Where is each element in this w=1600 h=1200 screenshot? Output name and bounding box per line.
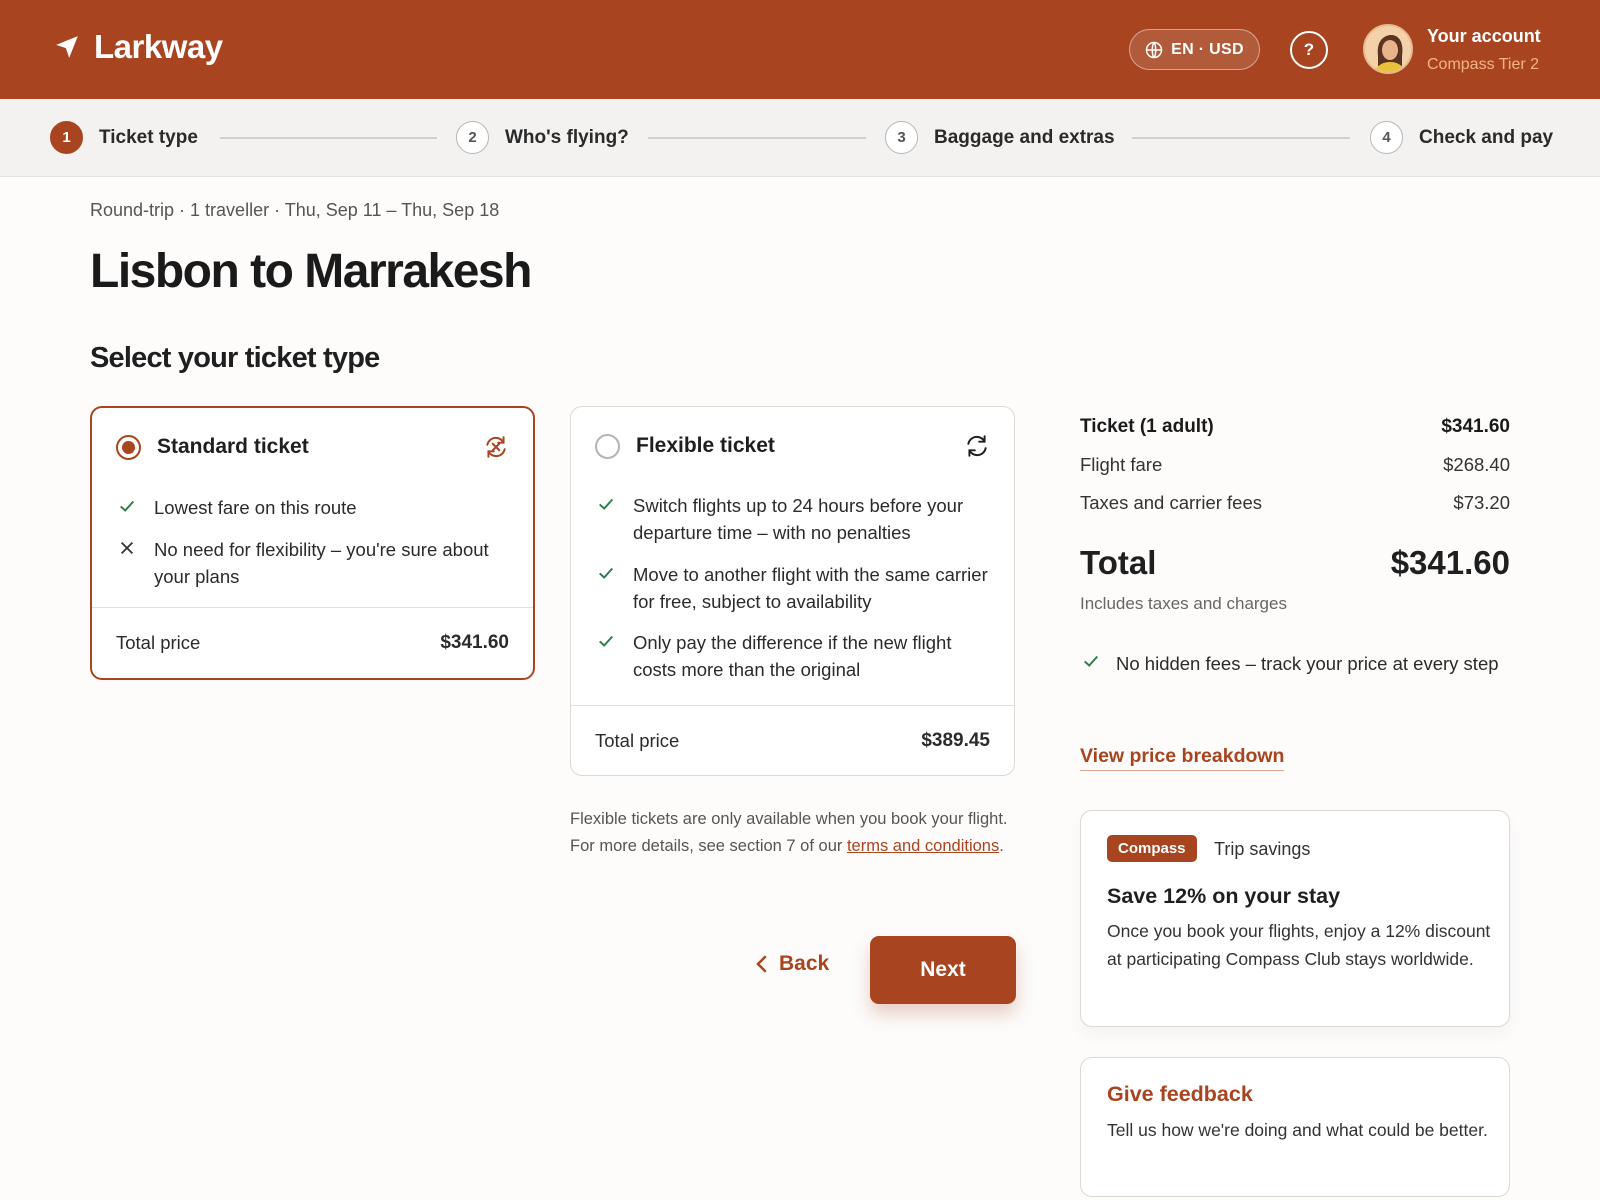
step-whos-flying[interactable]: 2 Who's flying? <box>456 121 629 154</box>
fare-label: Flight fare <box>1080 454 1163 475</box>
compass-badge: Compass <box>1107 835 1197 862</box>
guarantee-text: No hidden fees – track your price at eve… <box>1116 653 1499 674</box>
step-label: Check and pay <box>1419 126 1554 148</box>
cross-icon <box>118 536 154 590</box>
check-icon <box>1082 650 1116 677</box>
page-title: Lisbon to Marrakesh <box>90 245 532 298</box>
promo-text: Once you book your flights, enjoy a 12% … <box>1107 921 1491 969</box>
total-note: Includes taxes and charges <box>1080 594 1287 613</box>
promo-tag: Trip savings <box>1214 839 1311 859</box>
step-ticket-type[interactable]: 1 Ticket type <box>50 121 198 154</box>
account-name: Your account <box>1427 26 1541 46</box>
feature-item: Switch flights up to 24 hours before you… <box>597 492 990 546</box>
account-tier: Compass Tier 2 <box>1427 56 1540 73</box>
feature-item: No need for flexibility – you're sure ab… <box>118 536 509 590</box>
next-button[interactable]: Next <box>870 936 1016 1004</box>
avatar[interactable] <box>1363 24 1413 74</box>
step-label: Ticket type <box>99 126 198 148</box>
feature-text: Move to another flight with the same car… <box>633 564 988 612</box>
taxes-label: Taxes and carrier fees <box>1080 492 1263 513</box>
step-number: 4 <box>1370 121 1403 154</box>
total-price-label: Total price <box>595 729 680 751</box>
card-footer: Total price $389.45 <box>571 705 1014 775</box>
feedback-text: Tell us how we're doing and what could b… <box>1107 1120 1488 1140</box>
total-price-label: Total price <box>116 632 201 653</box>
feature-text: Only pay the difference if the new fligh… <box>633 632 952 680</box>
step-label: Who's flying? <box>505 126 629 148</box>
feature-text: No need for flexibility – you're sure ab… <box>154 539 489 587</box>
feature-text: Switch flights up to 24 hours before you… <box>633 495 964 543</box>
step-number: 2 <box>456 121 489 154</box>
terms-link[interactable]: terms and conditions <box>847 837 999 855</box>
card-footer: Total price $341.60 <box>92 607 533 678</box>
summary-taxes-row: Taxes and carrier fees $73.20 <box>1080 492 1510 514</box>
promo-card: Compass Trip savings Save 12% on your st… <box>1080 810 1510 1027</box>
top-header: Larkway EN · USD ? Your account Compass … <box>0 0 1600 99</box>
check-icon <box>597 492 633 546</box>
step-number: 1 <box>50 121 83 154</box>
account-menu[interactable]: Your account Compass Tier 2 <box>1427 26 1541 74</box>
brand-name: Larkway <box>94 28 223 65</box>
flexible-ticket-radio[interactable] <box>595 433 620 459</box>
step-check-pay[interactable]: 4 Check and pay <box>1370 121 1553 154</box>
total-value: $341.60 <box>1390 544 1510 581</box>
promo-title: Save 12% on your stay <box>1107 884 1341 908</box>
check-icon <box>118 494 154 522</box>
feature-item: Only pay the difference if the new fligh… <box>597 629 990 683</box>
step-connector <box>220 137 437 139</box>
trip-summary: Round-trip · 1 traveller · Thu, Sep 11 –… <box>90 200 500 220</box>
section-title: Select your ticket type <box>90 342 380 374</box>
step-connector <box>1132 137 1350 139</box>
back-button[interactable]: Back <box>755 952 829 976</box>
view-price-breakdown-link[interactable]: View price breakdown <box>1080 745 1285 771</box>
globe-icon <box>1145 41 1163 58</box>
price-guarantee: No hidden fees – track your price at eve… <box>1082 650 1502 677</box>
change-flight-icon <box>967 435 987 457</box>
flexible-ticket-note: Flexible tickets are only available when… <box>570 806 1010 860</box>
step-baggage[interactable]: 3 Baggage and extras <box>885 121 1115 154</box>
user-photo-icon <box>1365 26 1411 72</box>
feedback-card[interactable]: Give feedback Tell us how we're doing an… <box>1080 1057 1510 1197</box>
fare-value: $268.40 <box>1443 454 1510 475</box>
card-title: Flexible ticket <box>636 434 775 457</box>
no-change-icon <box>486 436 506 458</box>
feature-text: Lowest fare on this route <box>154 497 357 518</box>
total-price-value: $389.45 <box>921 729 990 751</box>
locale-currency-button[interactable]: EN · USD <box>1129 29 1260 70</box>
check-icon <box>597 629 633 683</box>
step-number: 3 <box>885 121 918 154</box>
locale-label: EN · USD <box>1171 40 1244 58</box>
feature-item: Move to another flight with the same car… <box>597 561 990 615</box>
plane-icon <box>56 36 78 58</box>
step-label: Baggage and extras <box>934 126 1115 148</box>
card-title: Standard ticket <box>157 435 309 458</box>
summary-ticket-row: Ticket (1 adult) $341.60 <box>1080 416 1510 438</box>
standard-ticket-card[interactable]: Standard ticket Lowest fare on this rout… <box>90 406 535 680</box>
summary-fare-row: Flight fare $268.40 <box>1080 454 1510 476</box>
step-connector <box>648 137 866 139</box>
total-price-value: $341.60 <box>440 632 509 653</box>
check-icon <box>597 561 633 615</box>
feedback-title[interactable]: Give feedback <box>1107 1082 1253 1107</box>
flexible-ticket-card[interactable]: Flexible ticket Switch flights up to 24 … <box>570 406 1015 776</box>
back-label: Back <box>779 952 830 975</box>
help-button[interactable]: ? <box>1290 31 1328 69</box>
chevron-left-icon <box>756 955 767 973</box>
feature-item: Lowest fare on this route <box>118 494 509 522</box>
progress-stepper: 1 Ticket type 2 Who's flying? 3 Baggage … <box>0 99 1600 177</box>
ticket-value: $341.60 <box>1441 416 1510 437</box>
taxes-value: $73.20 <box>1453 492 1510 513</box>
brand-logo[interactable]: Larkway <box>54 28 223 66</box>
ticket-label: Ticket (1 adult) <box>1080 416 1214 437</box>
note-end: . <box>999 837 1004 855</box>
total-label: Total <box>1080 544 1157 581</box>
standard-ticket-radio[interactable] <box>116 434 141 460</box>
